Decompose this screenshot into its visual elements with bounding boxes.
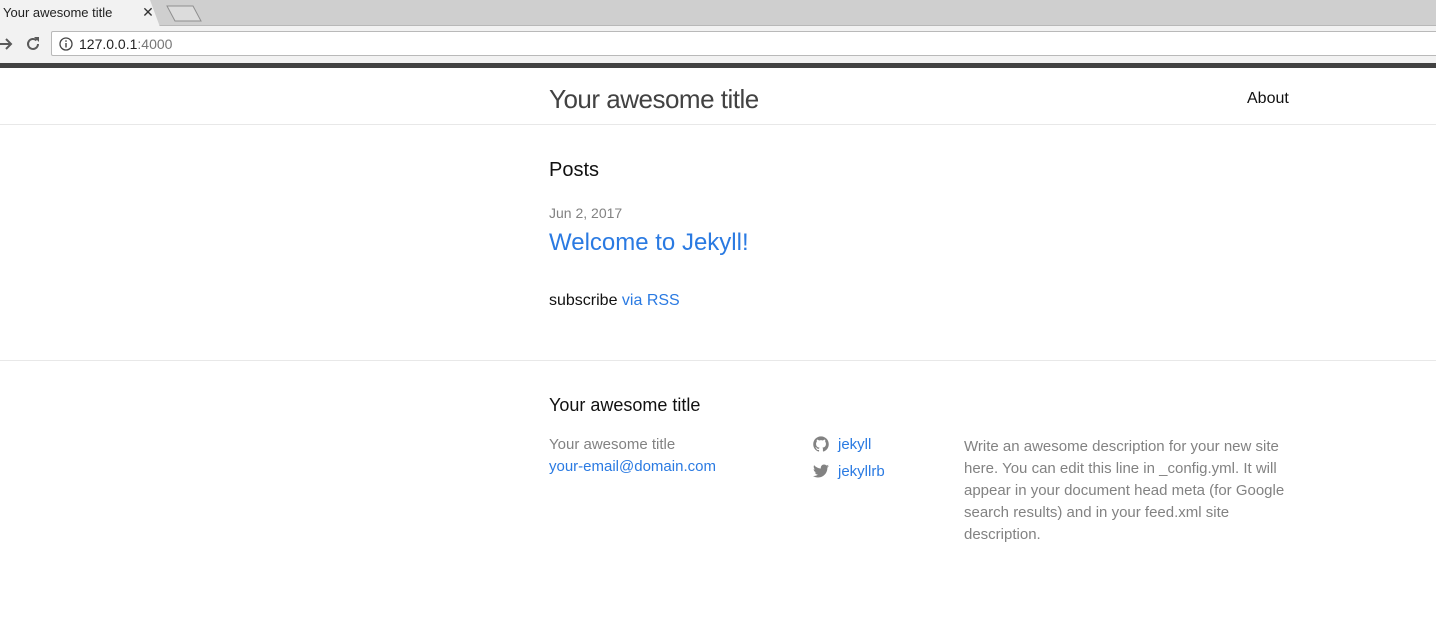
reload-icon[interactable]	[23, 34, 43, 54]
github-link[interactable]: jekyll	[838, 436, 871, 453]
twitter-link[interactable]: jekyllrb	[838, 463, 885, 480]
post-date: Jun 2, 2017	[549, 205, 623, 221]
github-item: jekyll	[813, 436, 871, 453]
footer-description: Write an awesome description for your ne…	[964, 438, 1285, 543]
forward-icon[interactable]	[0, 34, 16, 54]
site-title-link[interactable]: Your awesome title	[549, 84, 759, 115]
info-icon[interactable]	[59, 37, 73, 51]
browser-tab[interactable]: Your awesome title ✕	[0, 0, 160, 27]
posts-heading: Posts	[549, 159, 600, 181]
url-host: 127.0.0.1	[79, 36, 138, 52]
tab-title: Your awesome title	[3, 5, 113, 20]
browser-toolbar: 127.0.0.1:4000	[0, 26, 1436, 63]
url-port: :4000	[137, 36, 173, 52]
close-icon[interactable]: ✕	[141, 4, 155, 20]
footer-name: Your awesome title	[549, 436, 676, 453]
site-header: Your awesome title About	[0, 63, 1436, 125]
address-bar[interactable]: 127.0.0.1:4000	[51, 31, 1436, 56]
url-text: 127.0.0.1:4000	[79, 36, 172, 52]
post-title-link[interactable]: Welcome to Jekyll!	[549, 229, 749, 257]
footer-email-link[interactable]: your-email@domain.com	[549, 458, 716, 475]
subscribe-line: subscribe via RSS	[549, 292, 680, 310]
site-footer: Your awesome title Your awesome title yo…	[0, 360, 1436, 637]
twitter-icon	[813, 464, 829, 478]
tab-strip: Your awesome title ✕	[0, 0, 1436, 27]
twitter-item: jekyllrb	[813, 463, 885, 480]
nav-about-link[interactable]: About	[1247, 90, 1289, 108]
new-tab-button[interactable]	[166, 5, 202, 22]
subscribe-text: subscribe	[549, 292, 622, 309]
footer-heading: Your awesome title	[549, 395, 701, 415]
rss-link[interactable]: via RSS	[622, 292, 680, 309]
github-icon	[813, 436, 829, 452]
